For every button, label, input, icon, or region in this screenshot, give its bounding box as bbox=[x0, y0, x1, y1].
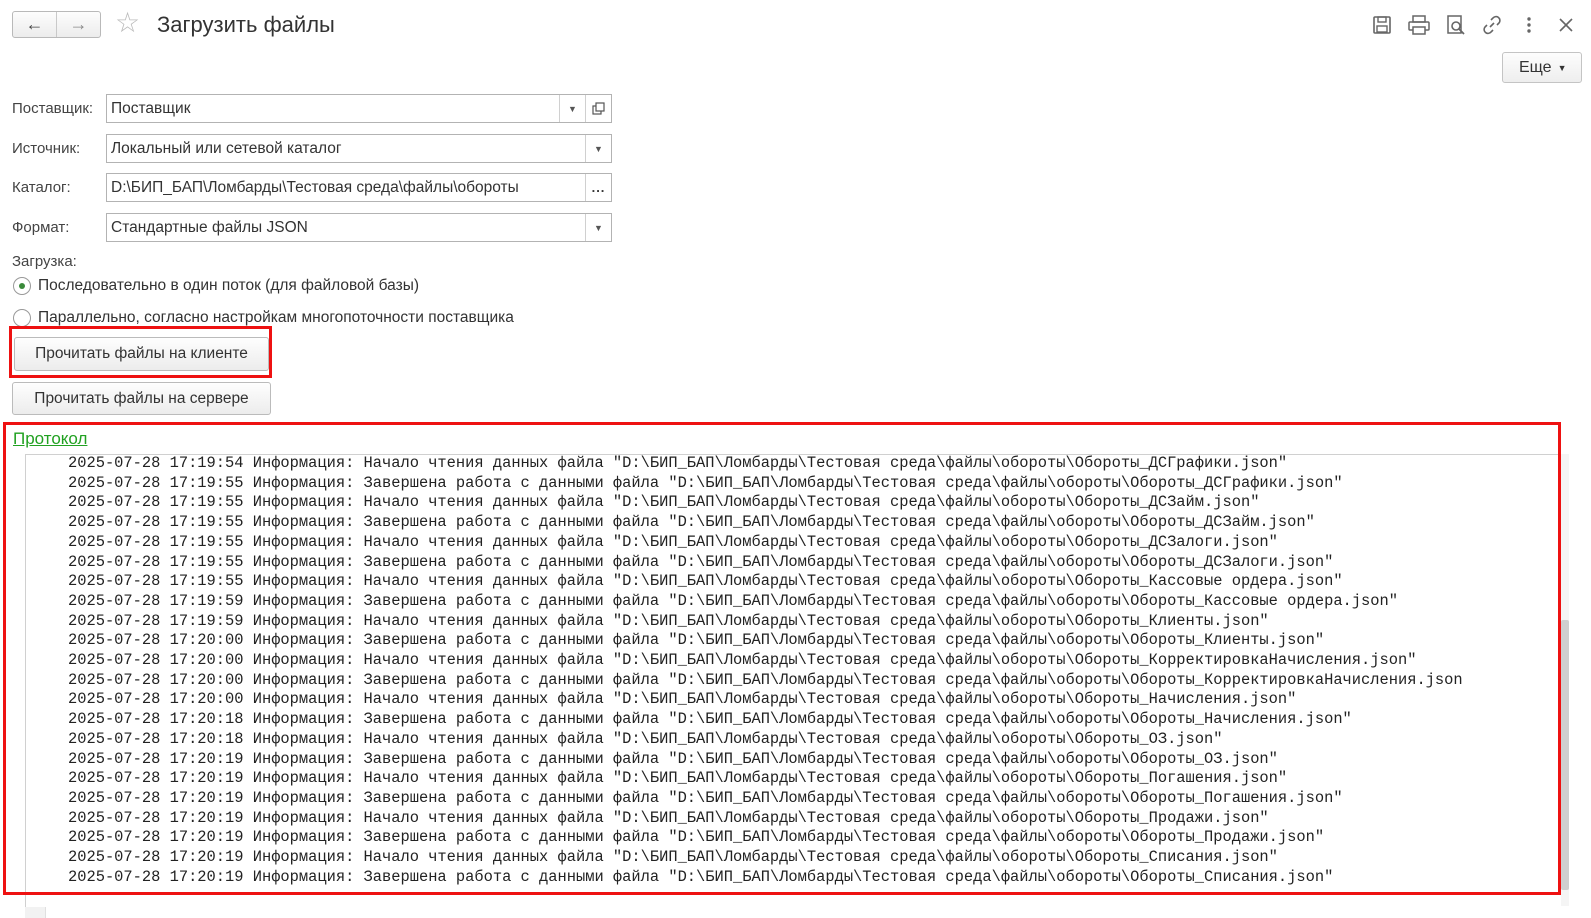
radio-sequential[interactable] bbox=[13, 277, 31, 295]
chevron-down-icon[interactable]: ▼ bbox=[585, 214, 611, 241]
forward-button[interactable]: → bbox=[56, 12, 100, 37]
catalog-label: Каталог: bbox=[12, 179, 71, 196]
back-button[interactable]: ← bbox=[13, 12, 56, 37]
radio-parallel-label[interactable]: Параллельно, согласно настройкам многопо… bbox=[38, 309, 514, 327]
catalog-value: D:\БИП_БАП\Ломбарды\Тестовая среда\файлы… bbox=[111, 178, 519, 196]
format-label: Формат: bbox=[12, 219, 70, 236]
navigation-buttons: ← → bbox=[12, 11, 101, 38]
log-scrollbar-thumb[interactable] bbox=[1561, 620, 1569, 890]
source-label: Источник: bbox=[12, 140, 81, 157]
chevron-down-icon[interactable]: ▼ bbox=[585, 135, 611, 162]
radio-sequential-label[interactable]: Последовательно в один поток (для файлов… bbox=[38, 277, 419, 295]
more-label: Еще bbox=[1519, 58, 1552, 76]
read-files-server-button[interactable]: Прочитать файлы на сервере bbox=[12, 382, 271, 415]
highlight-box-protocol bbox=[3, 422, 1561, 895]
read-files-client-button[interactable]: Прочитать файлы на клиенте bbox=[14, 337, 269, 371]
browse-button[interactable]: ... bbox=[585, 174, 611, 201]
supplier-field[interactable]: Поставщик ▼ bbox=[106, 94, 612, 123]
radio-parallel[interactable] bbox=[13, 309, 31, 327]
close-icon[interactable] bbox=[1555, 14, 1577, 36]
arrow-left-icon: ← bbox=[25, 14, 44, 34]
source-value: Локальный или сетевой каталог bbox=[111, 139, 342, 157]
save-icon[interactable] bbox=[1371, 14, 1393, 36]
more-button[interactable]: Еще ▼ bbox=[1502, 52, 1582, 83]
open-icon[interactable] bbox=[585, 95, 611, 122]
format-field[interactable]: Стандартные файлы JSON ▼ bbox=[106, 213, 612, 242]
preview-icon[interactable] bbox=[1445, 14, 1467, 36]
link-icon[interactable] bbox=[1481, 14, 1503, 36]
chevron-down-icon: ▼ bbox=[1557, 62, 1567, 73]
page-title: Загрузить файлы bbox=[157, 12, 335, 37]
arrow-right-icon: → bbox=[69, 14, 88, 34]
menu-dots-icon[interactable] bbox=[1518, 14, 1540, 36]
format-value: Стандартные файлы JSON bbox=[111, 218, 308, 236]
favorite-star-icon[interactable]: ☆ bbox=[115, 8, 140, 38]
chevron-down-icon[interactable]: ▼ bbox=[559, 95, 585, 122]
catalog-field[interactable]: D:\БИП_БАП\Ломбарды\Тестовая среда\файлы… bbox=[106, 173, 612, 202]
supplier-label: Поставщик: bbox=[12, 100, 94, 117]
load-mode-label: Загрузка: bbox=[12, 253, 77, 270]
source-field[interactable]: Локальный или сетевой каталог ▼ bbox=[106, 134, 612, 163]
print-icon[interactable] bbox=[1408, 14, 1430, 36]
radio-selected-dot bbox=[19, 283, 25, 289]
supplier-value: Поставщик bbox=[111, 99, 191, 117]
